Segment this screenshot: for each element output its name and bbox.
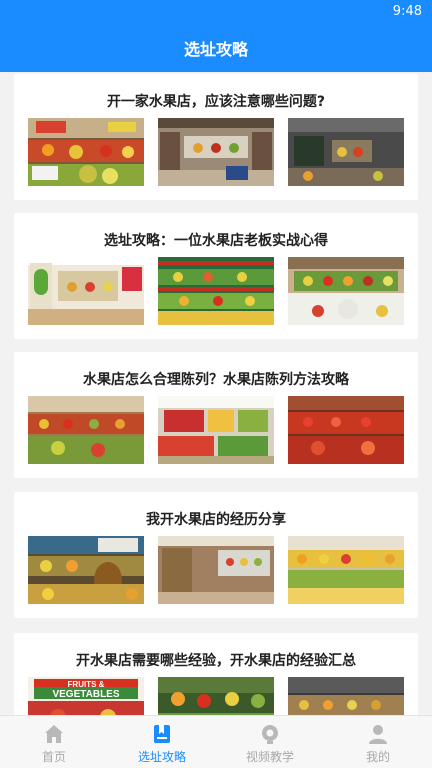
tab-profile[interactable]: 我的 <box>324 716 432 768</box>
bookmark-icon <box>154 725 170 743</box>
article-thumbnails <box>28 536 404 604</box>
article-title: 水果店怎么合理陈列？水果店陈列方法攻略 <box>83 372 349 388</box>
app-header: 9:48 选址攻略 <box>0 0 432 72</box>
article-title: 我开水果店的经历分享 <box>146 512 286 528</box>
article-card[interactable]: 开一家水果店，应该注意哪些问题? <box>14 74 418 200</box>
article-thumbnail <box>158 257 274 325</box>
tab-site-selection[interactable]: 选址攻略 <box>108 716 216 768</box>
status-time: 9:48 <box>392 4 422 19</box>
article-thumbnail <box>28 536 144 604</box>
article-thumbnail <box>28 257 144 325</box>
article-title: 选址攻略：一位水果店老板实战心得 <box>104 233 328 249</box>
article-card[interactable]: 选址攻略：一位水果店老板实战心得 <box>14 213 418 339</box>
article-card[interactable]: 水果店怎么合理陈列？水果店陈列方法攻略 <box>14 352 418 478</box>
article-thumbnail <box>158 677 274 716</box>
article-thumbnails <box>28 257 404 325</box>
article-card[interactable]: 开水果店需要哪些经验，开水果店的经验汇总 FRUITS & VEGETABLES <box>14 633 418 716</box>
user-icon <box>369 725 387 744</box>
article-thumbnails: FRUITS & VEGETABLES <box>28 677 404 716</box>
tab-label: 视频教学 <box>245 750 294 764</box>
home-icon <box>45 725 63 743</box>
article-thumbnail <box>288 396 404 464</box>
article-thumbnail <box>28 118 144 186</box>
tab-label: 首页 <box>41 750 66 764</box>
tab-video-tutorial[interactable]: 视频教学 <box>216 716 324 768</box>
article-card[interactable]: 我开水果店的经历分享 <box>14 492 418 618</box>
sign-text-vegetables: VEGETABLES <box>52 689 119 700</box>
article-list[interactable]: 开一家水果店，应该注意哪些问题? 选址攻略：一位水果店老板实战心得 水果店怎么合… <box>0 72 432 716</box>
article-thumbnail <box>288 677 404 716</box>
article-thumbnail <box>158 396 274 464</box>
page-title: 选址攻略 <box>183 40 248 59</box>
article-thumbnail <box>158 118 274 186</box>
article-thumbnail <box>288 118 404 186</box>
bottom-tab-bar: 首页 选址攻略 视频教学 我的 <box>0 715 432 768</box>
article-thumbnail <box>158 536 274 604</box>
article-thumbnail <box>28 396 144 464</box>
tab-label: 我的 <box>365 750 390 764</box>
article-thumbnail <box>288 536 404 604</box>
article-title: 开水果店需要哪些经验，开水果店的经验汇总 <box>76 653 356 669</box>
article-thumbnails <box>28 118 404 186</box>
article-thumbnails <box>28 396 404 464</box>
article-thumbnail <box>288 257 404 325</box>
article-thumbnail: FRUITS & VEGETABLES <box>28 677 144 716</box>
tab-home[interactable]: 首页 <box>0 716 108 768</box>
article-title: 开一家水果店，应该注意哪些问题? <box>106 94 326 110</box>
tab-label: 选址攻略 <box>137 750 186 764</box>
play-icon <box>262 725 278 744</box>
